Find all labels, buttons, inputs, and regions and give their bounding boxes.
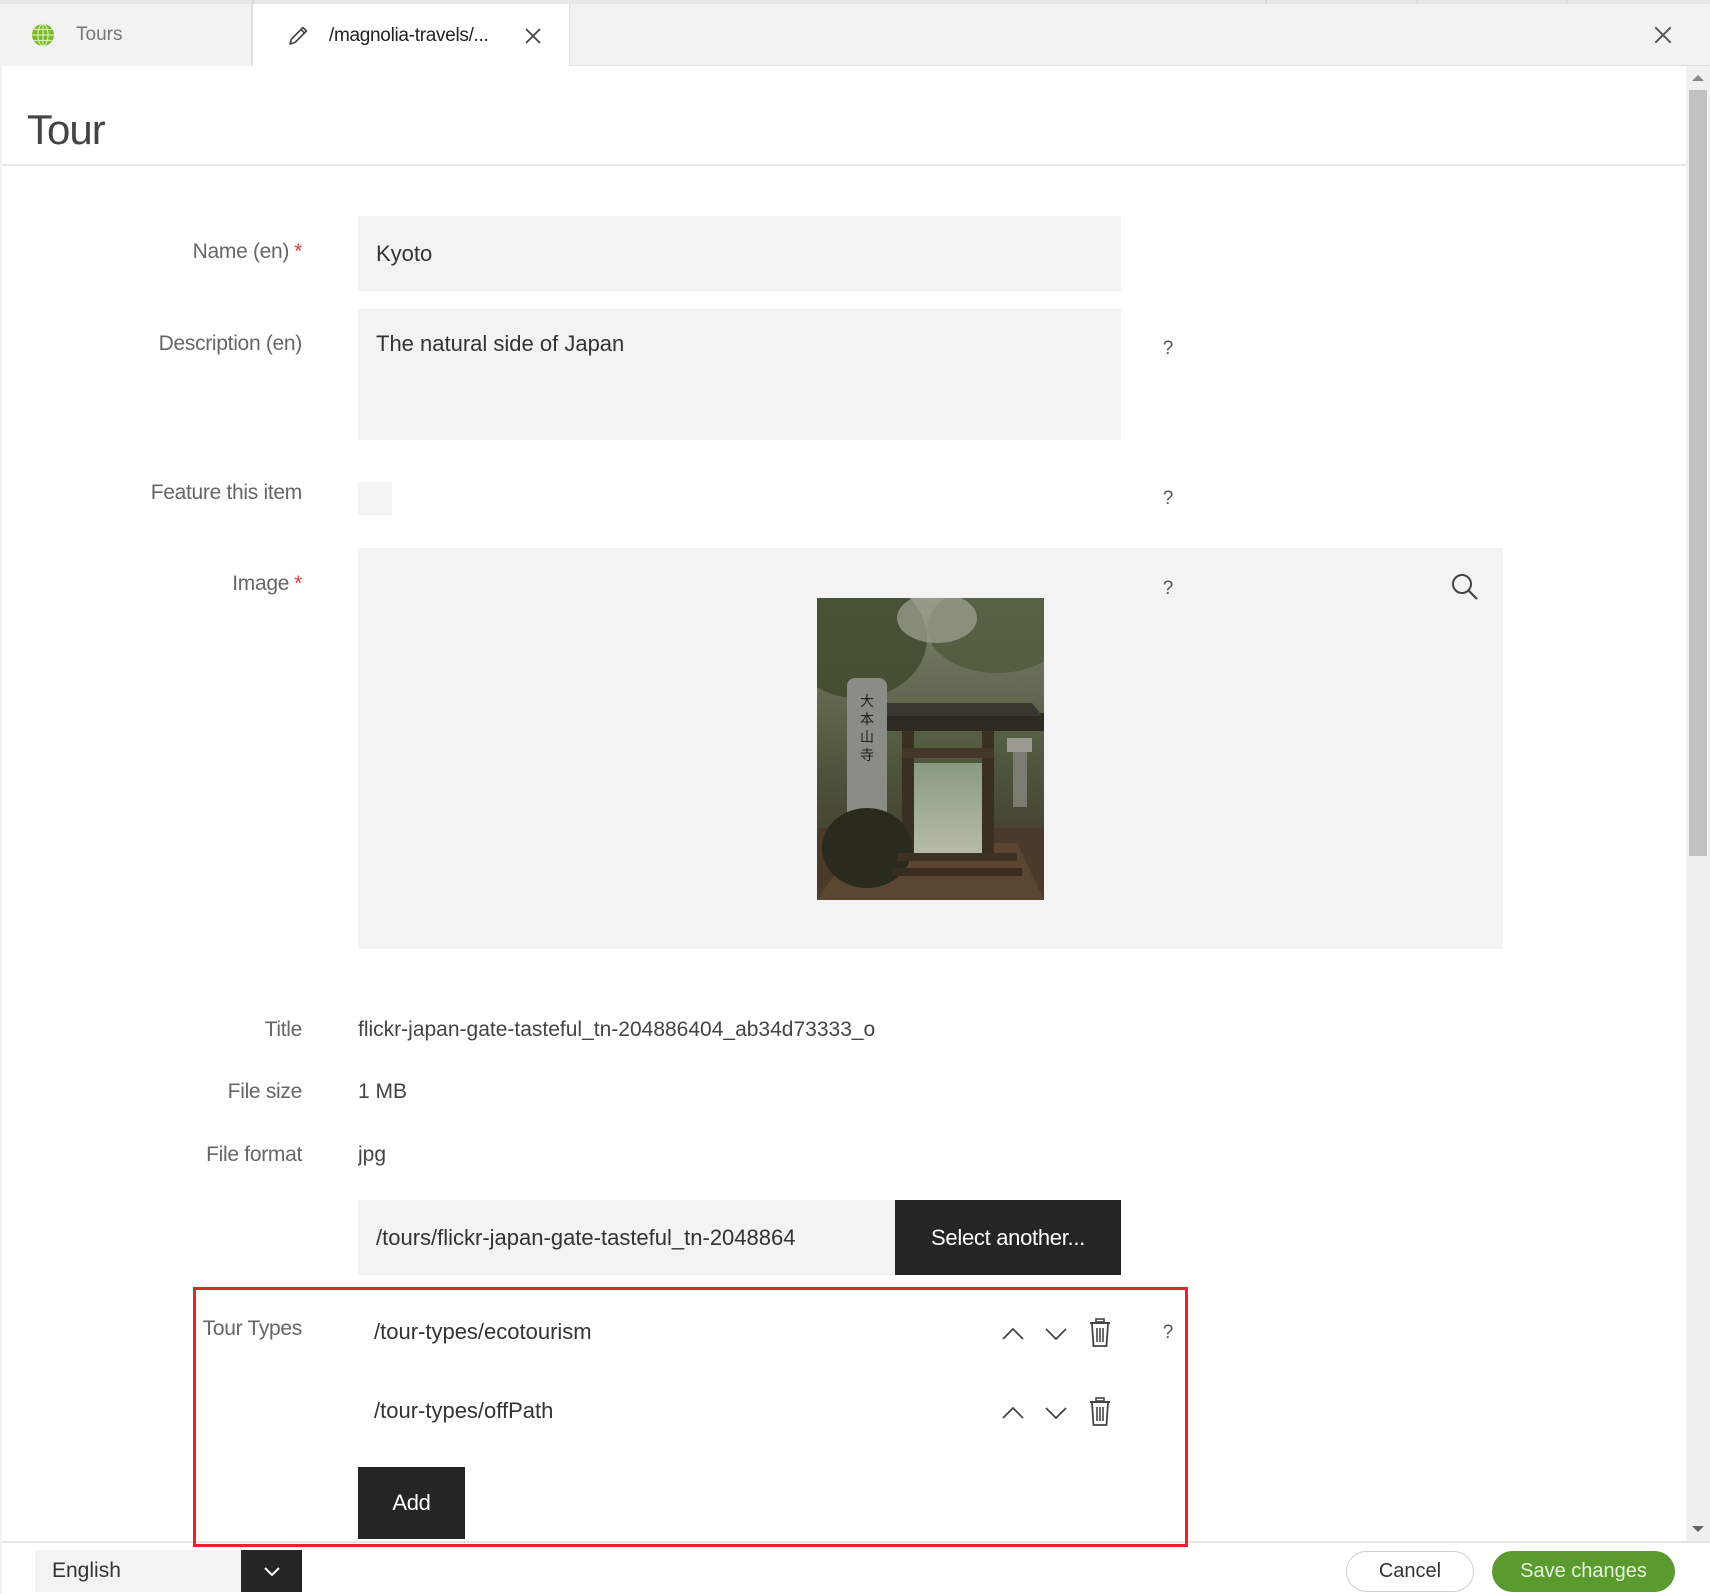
tour-type-item[interactable]: /tour-types/offPath xyxy=(374,1398,553,1424)
name-input-value: Kyoto xyxy=(376,241,433,266)
svg-text:本: 本 xyxy=(860,712,874,728)
file-format-label: File format xyxy=(206,1143,302,1166)
select-another-button[interactable]: Select another... xyxy=(895,1200,1121,1275)
tab-tours[interactable]: Tours xyxy=(0,4,252,66)
scroll-up-arrow-icon[interactable] xyxy=(1692,75,1704,81)
description-textarea[interactable]: The natural side of Japan xyxy=(358,309,1121,440)
move-down-icon[interactable] xyxy=(1043,1321,1069,1347)
name-input[interactable]: Kyoto xyxy=(358,216,1121,291)
move-down-icon[interactable] xyxy=(1043,1400,1069,1426)
save-changes-button[interactable]: Save changes xyxy=(1492,1551,1675,1592)
feature-help-icon[interactable]: ? xyxy=(1161,488,1175,510)
tour-types-label: Tour Types xyxy=(202,1317,303,1340)
description-value: The natural side of Japan xyxy=(376,331,625,356)
dialog-scrollbar[interactable] xyxy=(1686,66,1710,1541)
tab-label: Tours xyxy=(76,24,123,45)
move-up-icon[interactable] xyxy=(1000,1400,1026,1426)
dialog-header: Tour xyxy=(2,66,1686,166)
required-marker: * xyxy=(294,240,302,263)
app-root: Tours /magnolia-travels/... Tour Name (e… xyxy=(0,0,1710,1594)
feature-label: Feature this item xyxy=(150,481,303,504)
trash-icon[interactable] xyxy=(1087,1318,1113,1348)
move-up-icon[interactable] xyxy=(1000,1321,1026,1347)
image-path-input[interactable]: /tours/flickr-japan-gate-tasteful_tn-204… xyxy=(358,1200,895,1275)
tab-label: /magnolia-travels/... xyxy=(329,24,489,46)
scroll-down-arrow-icon[interactable] xyxy=(1692,1526,1704,1532)
file-size-label: File size xyxy=(227,1080,303,1103)
svg-text:山: 山 xyxy=(860,730,874,746)
chevron-down-icon xyxy=(262,1564,282,1578)
name-label: Name (en) * xyxy=(192,240,303,264)
dialog-footer: English Cancel Save changes xyxy=(2,1541,1710,1594)
add-tour-type-button[interactable]: Add xyxy=(358,1467,465,1539)
scrollbar-thumb[interactable] xyxy=(1689,90,1707,856)
description-help-icon[interactable]: ? xyxy=(1161,338,1175,360)
image-thumbnail[interactable]: 大 本 山 寺 xyxy=(817,598,1044,900)
file-size-value: 1 MB xyxy=(358,1080,408,1103)
language-select[interactable]: English xyxy=(35,1550,241,1592)
trash-icon[interactable] xyxy=(1087,1397,1113,1427)
svg-text:大: 大 xyxy=(860,694,874,710)
file-format-value: jpg xyxy=(358,1143,387,1166)
tour-types-help-icon[interactable]: ? xyxy=(1161,1322,1175,1344)
tour-type-item[interactable]: /tour-types/ecotourism xyxy=(374,1319,592,1345)
pencil-icon xyxy=(285,23,311,49)
image-label: Image * xyxy=(232,572,302,596)
title-label: Title xyxy=(264,1018,303,1041)
name-label-text: Name (en) xyxy=(192,240,290,263)
svg-text:寺: 寺 xyxy=(860,748,874,764)
feature-checkbox[interactable] xyxy=(358,482,392,515)
description-label: Description (en) xyxy=(158,332,303,355)
language-dropdown-button[interactable] xyxy=(241,1550,302,1592)
tab-bar: Tours /magnolia-travels/... xyxy=(0,4,1710,67)
image-path-value: /tours/flickr-japan-gate-tasteful_tn-204… xyxy=(376,1225,796,1250)
close-tab-icon[interactable] xyxy=(523,26,543,46)
globe-icon xyxy=(30,22,56,48)
edit-dialog: Tour Name (en) * Kyoto Description (en) T… xyxy=(2,66,1686,1541)
title-value: flickr-japan-gate-tasteful_tn-204886404_… xyxy=(358,1018,876,1041)
required-marker: * xyxy=(294,572,302,595)
tab-edit-tour[interactable]: /magnolia-travels/... xyxy=(252,4,570,67)
cancel-button[interactable]: Cancel xyxy=(1346,1551,1474,1592)
image-help-icon[interactable]: ? xyxy=(1161,578,1175,600)
search-icon[interactable] xyxy=(1448,570,1482,604)
close-dialog-icon[interactable] xyxy=(1652,24,1676,48)
image-label-text: Image xyxy=(232,572,290,595)
dialog-title: Tour xyxy=(27,106,106,153)
